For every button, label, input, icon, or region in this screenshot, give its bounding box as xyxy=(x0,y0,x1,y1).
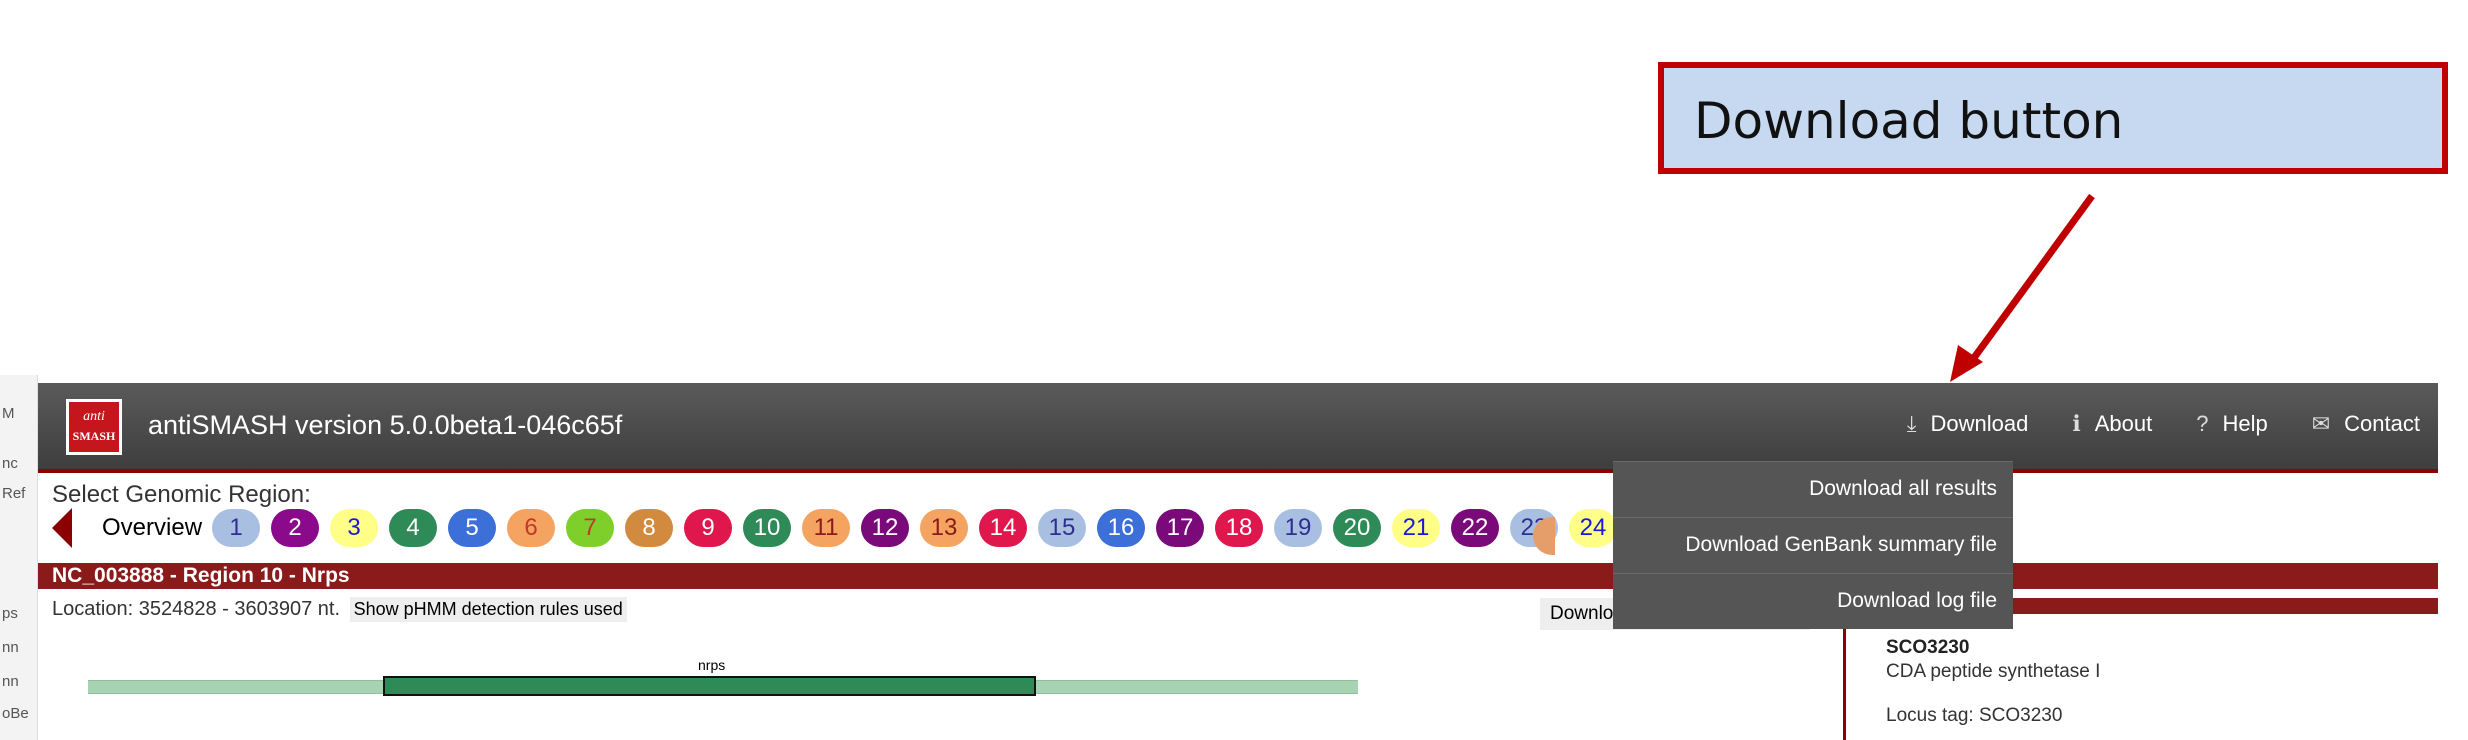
region-header-bar: NC_003888 - Region 10 - Nrps xyxy=(38,563,2438,589)
region-badge-15[interactable]: 15 xyxy=(1038,509,1087,547)
nav-help-link[interactable]: ? Help xyxy=(2196,411,2268,437)
region-badge-6[interactable]: 6 xyxy=(507,509,556,547)
antismash-window: anti SMASH antiSMASH version 5.0.0beta1-… xyxy=(38,383,2438,740)
download-icon: ⤓ xyxy=(1906,411,1917,436)
help-icon: ? xyxy=(2196,411,2209,436)
app-title: antiSMASH version 5.0.0beta1-046c65f xyxy=(148,410,623,440)
region-badge-12[interactable]: 12 xyxy=(861,509,910,547)
gene-name: SCO3230 xyxy=(1886,637,1970,658)
location-line: Location: 3524828 - 3603907 nt. Show pHM… xyxy=(52,597,627,622)
cluster-type-label: nrps xyxy=(698,657,726,673)
region-badges: 1234567891011121314151617181920212223242… xyxy=(212,509,1677,547)
nrps-protocluster[interactable] xyxy=(383,676,1036,696)
region-title: NC_003888 - Region 10 - Nrps xyxy=(52,564,350,587)
region-badge-13[interactable]: 13 xyxy=(920,509,969,547)
region-badge-20[interactable]: 20 xyxy=(1333,509,1382,547)
download-dropdown-menu: Download all results Download GenBank su… xyxy=(1533,461,2013,629)
strip-fragment: oBe xyxy=(2,705,29,722)
nav-about-link[interactable]: ℹ About xyxy=(2072,411,2152,437)
select-region-label: Select Genomic Region: xyxy=(52,481,311,508)
region-badge-22[interactable]: 22 xyxy=(1451,509,1500,547)
region-badge-11[interactable]: 11 xyxy=(802,509,851,547)
region-badge-17[interactable]: 17 xyxy=(1156,509,1205,547)
nav-links: ⤓ Download ℹ About ? Help ✉ Contact xyxy=(1907,411,2420,437)
strip-fragment: nc xyxy=(2,455,18,472)
locus-tag: Locus tag: SCO3230 xyxy=(1886,705,2063,726)
region-badge-5[interactable]: 5 xyxy=(448,509,497,547)
previous-region-arrow-icon[interactable] xyxy=(52,508,72,548)
gene-description: CDA peptide synthetase I xyxy=(1886,661,2101,682)
background-page-strip: M nc Ref ps nn nn oBe xyxy=(0,375,38,740)
download-all-results-item[interactable]: Download all results xyxy=(1613,461,2013,517)
region-badge-4[interactable]: 4 xyxy=(389,509,438,547)
region-badge-3[interactable]: 3 xyxy=(330,509,379,547)
strip-fragment: ps xyxy=(2,605,18,622)
region-selector: Overview 1 2 3 4 5 6 7 8 9 10 11 12 13 14 15 16 17 18 19 20… xyxy=(52,507,1677,549)
region-badge-16[interactable]: 16 xyxy=(1097,509,1146,547)
region-badge-10[interactable]: 10 xyxy=(743,509,792,547)
download-log-file-item[interactable]: Download log file xyxy=(1613,573,2013,629)
region-badge-14[interactable]: 14 xyxy=(979,509,1028,547)
location-text: Location: 3524828 - 3603907 nt. xyxy=(52,598,341,620)
show-rules-button[interactable]: Show pHMM detection rules used xyxy=(349,597,627,622)
nav-download-button[interactable]: ⤓ Download xyxy=(1907,411,2029,437)
region-badge-18[interactable]: 18 xyxy=(1215,509,1264,547)
region-badge-19[interactable]: 19 xyxy=(1274,509,1323,547)
region-badge-21[interactable]: 21 xyxy=(1392,509,1441,547)
strip-fragment: nn xyxy=(2,673,19,690)
region-badge-7[interactable]: 7 xyxy=(566,509,615,547)
strip-fragment: Ref xyxy=(2,485,26,502)
strip-fragment: M xyxy=(2,405,15,422)
annotation-text: Download button xyxy=(1694,92,2124,150)
top-navbar: anti SMASH antiSMASH version 5.0.0beta1-… xyxy=(38,383,2438,473)
region-badge-9[interactable]: 9 xyxy=(684,509,733,547)
strip-fragment: nn xyxy=(2,639,19,656)
download-genbank-summary-item[interactable]: Download GenBank summary file xyxy=(1613,517,2013,573)
overview-link[interactable]: Overview xyxy=(102,514,202,542)
nav-contact-link[interactable]: ✉ Contact xyxy=(2312,411,2420,437)
antismash-logo[interactable]: anti SMASH xyxy=(66,399,122,455)
region-badge-8[interactable]: 8 xyxy=(625,509,674,547)
annotation-callout: Download button xyxy=(1658,62,2448,174)
envelope-icon: ✉ xyxy=(2311,411,2331,436)
region-badge-2[interactable]: 2 xyxy=(271,509,320,547)
info-icon: ℹ xyxy=(2072,411,2081,436)
region-badge-24[interactable]: 24 xyxy=(1569,509,1618,547)
region-badge-1[interactable]: 1 xyxy=(212,509,261,547)
